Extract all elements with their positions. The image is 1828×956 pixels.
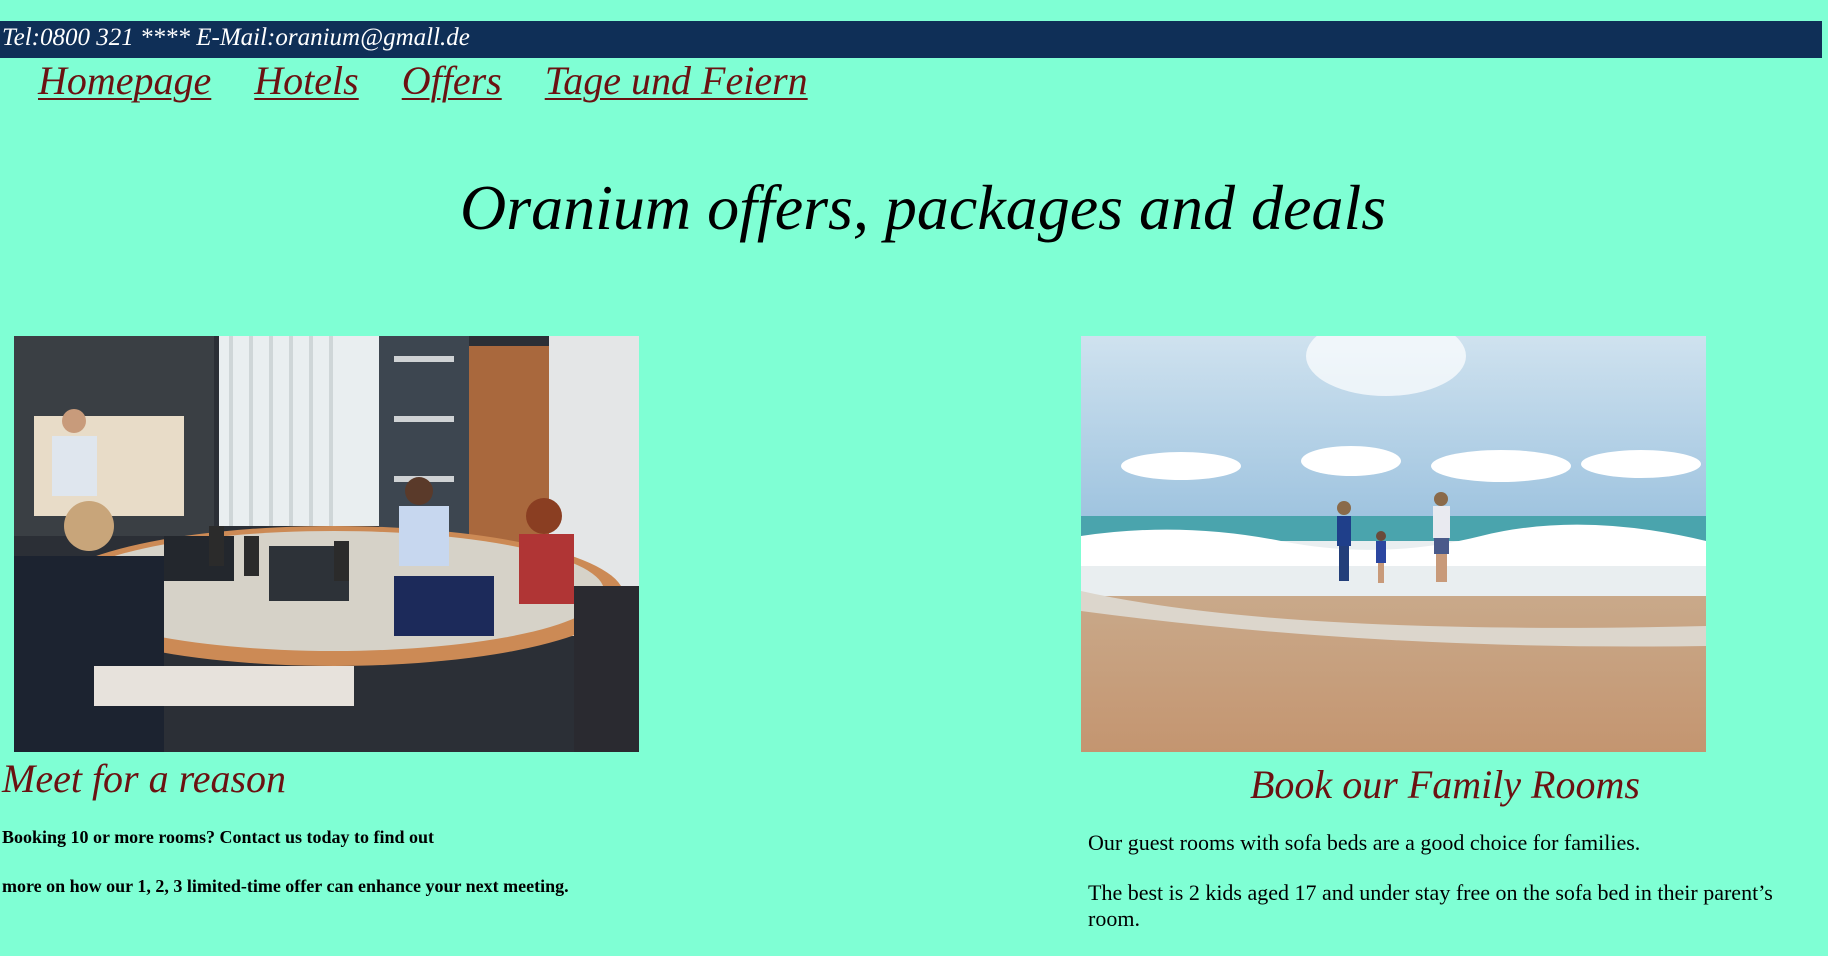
beach-photo	[1081, 336, 1706, 752]
nav-link-hotels[interactable]: Hotels	[254, 58, 358, 104]
meeting-heading: Meet for a reason	[2, 756, 287, 801]
page-title: Oranium offers, packages and deals	[460, 172, 1387, 243]
meeting-photo	[14, 336, 639, 752]
nav-link-homepage[interactable]: Homepage	[38, 58, 211, 104]
meeting-paragraph: Booking 10 or more rooms? Contact us tod…	[2, 827, 435, 847]
contact-bar: Tel:0800 321 **** E-Mail:oranium@gmall.d…	[0, 21, 1822, 58]
main-nav: Homepage Hotels Offers Tage und Feiern	[38, 58, 808, 104]
family-rooms-heading: Book our Family Rooms	[1250, 762, 1640, 807]
nav-link-offers[interactable]: Offers	[402, 58, 502, 104]
meeting-description: Booking 10 or more rooms? Contact us tod…	[2, 826, 802, 924]
meeting-paragraph: more on how our 1, 2, 3 limited-time off…	[2, 876, 569, 896]
family-rooms-description: Our guest rooms with sofa beds are a goo…	[1088, 830, 1828, 956]
nav-link-tage-und-feiern[interactable]: Tage und Feiern	[545, 58, 808, 104]
family-paragraph: The best is 2 kids aged 17 and under sta…	[1088, 880, 1773, 931]
family-paragraph: Our guest rooms with sofa beds are a goo…	[1088, 830, 1641, 855]
contact-info: Tel:0800 321 **** E-Mail:oranium@gmall.d…	[2, 24, 470, 51]
